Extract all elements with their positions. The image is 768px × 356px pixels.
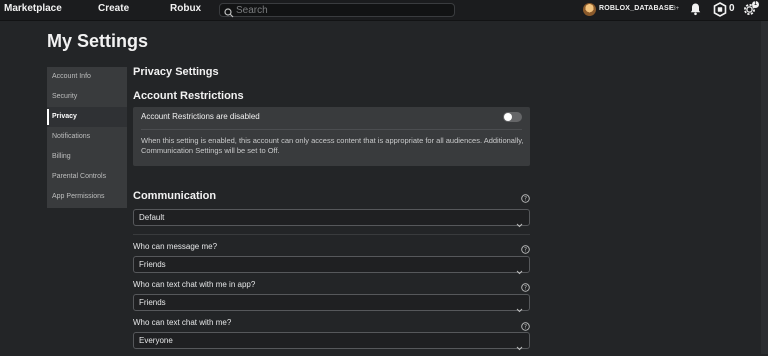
nav-marketplace[interactable]: Marketplace	[4, 3, 62, 14]
robux-icon[interactable]	[713, 2, 727, 22]
message-me-label: Who can message me?	[133, 242, 218, 251]
sidebar-item-security[interactable]: Security	[47, 87, 127, 107]
sidebar-item-app-permissions[interactable]: App Permissions	[47, 187, 127, 207]
chat-in-app-label: Who can text chat with me in app?	[133, 280, 256, 289]
sidebar-item-privacy[interactable]: Privacy	[47, 107, 127, 127]
top-navigation-bar: Marketplace Create Robux ROBLOX_DATABASE…	[0, 0, 768, 21]
message-me-select[interactable]: Friends	[133, 256, 530, 275]
chevron-down-icon	[516, 300, 523, 318]
divider	[133, 234, 530, 235]
account-restrictions-panel: Account Restrictions are disabled When t…	[133, 107, 530, 166]
search-bar[interactable]	[219, 3, 455, 18]
search-icon	[224, 5, 234, 23]
privacy-settings-heading: Privacy Settings	[133, 66, 219, 78]
page-title: My Settings	[47, 31, 149, 51]
chat-in-app-select[interactable]: Friends	[133, 294, 530, 313]
age-tag: 13+	[669, 6, 680, 12]
toggle-knob	[504, 113, 512, 121]
account-restrictions-heading: Account Restrictions	[133, 90, 244, 102]
sidebar-item-parental-controls[interactable]: Parental Controls	[47, 167, 127, 187]
communication-select[interactable]: Default	[133, 209, 530, 228]
svg-text:?: ?	[524, 247, 527, 254]
communication-heading: Communication	[133, 190, 217, 202]
avatar[interactable]	[583, 3, 596, 16]
account-restrictions-status: Account Restrictions are disabled	[141, 112, 260, 121]
bell-icon[interactable]	[689, 2, 702, 21]
communication-value: Default	[139, 213, 165, 222]
chevron-down-icon	[516, 338, 523, 356]
username[interactable]: ROBLOX_DATABASE	[599, 5, 674, 12]
chat-in-app-value: Friends	[139, 298, 166, 307]
nav-robux[interactable]: Robux	[170, 3, 201, 14]
svg-text:?: ?	[524, 196, 527, 203]
message-me-value: Friends	[139, 260, 166, 269]
page-scrollbar[interactable]	[761, 21, 768, 354]
help-icon[interactable]: ?	[521, 190, 530, 208]
search-input[interactable]	[236, 4, 446, 16]
nav-create[interactable]: Create	[98, 3, 129, 14]
account-restrictions-toggle[interactable]	[503, 112, 522, 122]
chevron-down-icon	[516, 215, 523, 233]
sidebar-item-billing[interactable]: Billing	[47, 147, 127, 167]
svg-text:?: ?	[524, 324, 527, 331]
text-chat-value: Everyone	[139, 336, 173, 345]
settings-sidebar: Account Info Security Privacy Notificati…	[47, 67, 127, 208]
chevron-down-icon	[516, 262, 523, 280]
account-restrictions-description: When this setting is enabled, this accou…	[141, 136, 524, 155]
text-chat-select[interactable]: Everyone	[133, 332, 530, 351]
sidebar-item-account-info[interactable]: Account Info	[47, 67, 127, 87]
robux-count: 0	[729, 3, 735, 14]
sidebar-item-notifications[interactable]: Notifications	[47, 127, 127, 147]
svg-text:?: ?	[524, 285, 527, 292]
text-chat-label: Who can text chat with me?	[133, 318, 232, 327]
divider	[141, 129, 522, 130]
notification-badge: 1	[752, 1, 759, 8]
